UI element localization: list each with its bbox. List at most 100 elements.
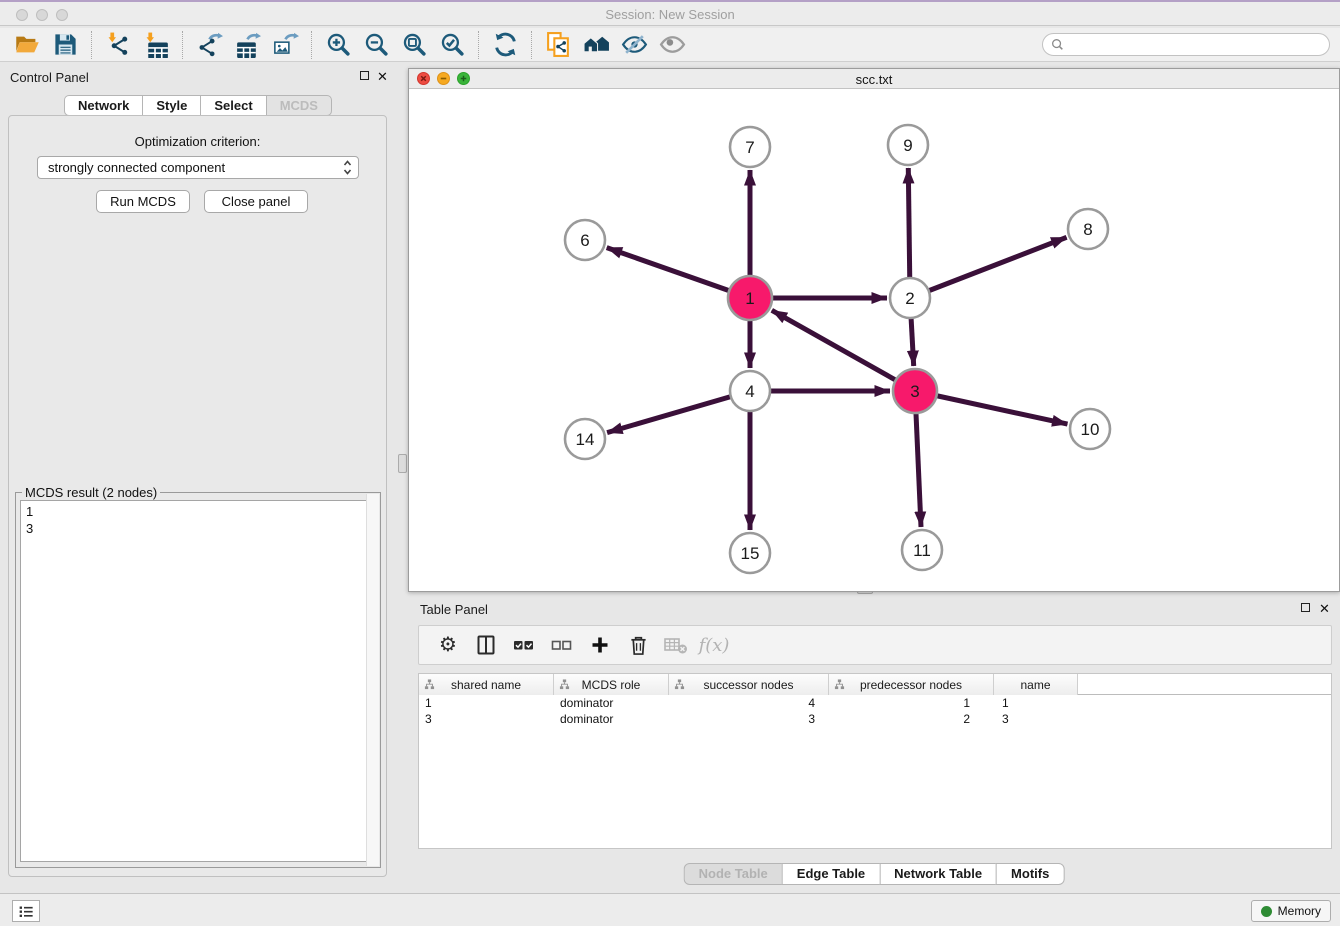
add-icon[interactable]	[585, 630, 615, 660]
graph-node-7[interactable]: 7	[730, 127, 770, 167]
cell: dominator	[554, 695, 669, 711]
hierarchy-icon	[674, 679, 685, 690]
save-icon[interactable]	[46, 30, 84, 60]
column-header-shared-name[interactable]: shared name	[419, 674, 554, 695]
column-header-name[interactable]: name	[994, 674, 1078, 695]
graph-node-14[interactable]: 14	[565, 419, 605, 459]
graph-node-9[interactable]: 9	[888, 125, 928, 165]
stepper-arrows-icon	[343, 159, 352, 176]
select-all-icon[interactable]	[509, 630, 539, 660]
table-row[interactable]: 3dominator323	[419, 711, 1331, 727]
criterion-dropdown[interactable]: strongly connected component	[37, 156, 359, 179]
search-icon	[1051, 38, 1064, 51]
network-window-title: scc.txt	[409, 72, 1339, 87]
graph-node-8[interactable]: 8	[1068, 209, 1108, 249]
graph-edge-3-10[interactable]	[915, 391, 1068, 424]
tab-mcds[interactable]: MCDS	[266, 95, 332, 116]
graph-node-11[interactable]: 11	[902, 530, 942, 570]
toolbar-icon-strip	[8, 30, 691, 60]
graph-node-3[interactable]: 3	[893, 369, 937, 413]
mcds-result-text[interactable]: 13	[20, 500, 376, 862]
tab-motifs[interactable]: Motifs	[996, 863, 1064, 885]
control-panel-title: Control Panel	[10, 70, 89, 85]
control-panel-tabs: NetworkStyleSelectMCDS	[0, 95, 396, 116]
graph-edge-3-1[interactable]	[772, 310, 915, 391]
columns-icon[interactable]	[471, 630, 501, 660]
cell: 3	[994, 711, 1078, 727]
vertical-splitter-grip[interactable]	[398, 454, 407, 473]
control-panel: Control Panel ✕ NetworkStyleSelectMCDS O…	[0, 62, 396, 894]
search-input[interactable]	[1068, 36, 1329, 53]
tab-network[interactable]: Network	[64, 95, 142, 116]
gear-icon[interactable]: ⚙	[433, 630, 463, 660]
hierarchy-icon	[424, 679, 435, 690]
zoom-selected-icon[interactable]	[433, 30, 471, 60]
search-box[interactable]	[1042, 33, 1330, 56]
criterion-value: strongly connected component	[48, 160, 343, 175]
graph-node-2[interactable]: 2	[890, 278, 930, 318]
memory-button[interactable]: Memory	[1251, 900, 1331, 922]
toolbar-separator	[91, 31, 92, 59]
svg-text:4: 4	[745, 382, 754, 401]
tab-select[interactable]: Select	[200, 95, 265, 116]
tab-edge-table[interactable]: Edge Table	[782, 863, 879, 885]
clone-network-icon[interactable]	[539, 30, 577, 60]
home-icon[interactable]	[577, 30, 615, 60]
import-table-icon[interactable]	[137, 30, 175, 60]
result-scrollbar[interactable]	[366, 494, 379, 866]
tab-network-table[interactable]: Network Table	[879, 863, 996, 885]
table-row[interactable]: 1dominator411	[419, 695, 1331, 711]
optimization-label: Optimization criterion:	[9, 134, 386, 149]
zoom-fit-icon[interactable]	[395, 30, 433, 60]
export-image-icon[interactable]	[266, 30, 304, 60]
column-header-MCDS-role[interactable]: MCDS role	[554, 674, 669, 695]
svg-text:10: 10	[1081, 420, 1100, 439]
graph-node-15[interactable]: 15	[730, 533, 770, 573]
close-panel-button[interactable]: Close panel	[204, 190, 308, 213]
tab-node-table[interactable]: Node Table	[684, 863, 782, 885]
zoom-out-icon[interactable]	[357, 30, 395, 60]
graph-node-1[interactable]: 1	[728, 276, 772, 320]
table-toolbar: ⚙f(x)	[418, 625, 1332, 665]
graph-node-4[interactable]: 4	[730, 371, 770, 411]
trash-icon[interactable]	[623, 630, 653, 660]
import-network-icon[interactable]	[99, 30, 137, 60]
column-header-predecessor-nodes[interactable]: predecessor nodes	[829, 674, 994, 695]
graph-edge-4-14[interactable]	[607, 391, 750, 433]
table-panel-title: Table Panel	[420, 602, 488, 617]
run-mcds-button[interactable]: Run MCDS	[96, 190, 190, 213]
export-table-icon[interactable]	[228, 30, 266, 60]
network-window-titlebar[interactable]: scc.txt	[409, 69, 1339, 89]
hierarchy-icon	[834, 679, 845, 690]
svg-text:6: 6	[580, 231, 589, 250]
graph-node-6[interactable]: 6	[565, 220, 605, 260]
task-history-button[interactable]	[12, 900, 40, 922]
toolbar-separator	[182, 31, 183, 59]
cell: 4	[669, 695, 829, 711]
graph-edge-2-8[interactable]	[910, 237, 1067, 298]
eye-slash-icon[interactable]	[615, 30, 653, 60]
network-canvas[interactable]: 7 9 6 8 1 2 4 3 14 10 15 11	[409, 90, 1339, 592]
deselect-all-icon[interactable]	[547, 630, 577, 660]
svg-text:8: 8	[1083, 220, 1092, 239]
memory-label: Memory	[1278, 904, 1321, 918]
hierarchy-icon	[559, 679, 570, 690]
tab-style[interactable]: Style	[142, 95, 200, 116]
zoom-in-icon[interactable]	[319, 30, 357, 60]
float-panel-icon[interactable]	[360, 71, 369, 80]
cell: 1	[829, 695, 994, 711]
export-network-icon[interactable]	[190, 30, 228, 60]
column-header-successor-nodes[interactable]: successor nodes	[669, 674, 829, 695]
float-table-panel-icon[interactable]	[1301, 603, 1310, 612]
svg-text:1: 1	[745, 289, 754, 308]
close-table-panel-icon[interactable]: ✕	[1319, 603, 1330, 614]
close-panel-icon[interactable]: ✕	[377, 71, 388, 82]
mcds-result-title: MCDS result (2 nodes)	[22, 485, 160, 500]
graph-node-10[interactable]: 10	[1070, 409, 1110, 449]
cell: 2	[829, 711, 994, 727]
eye-icon[interactable]	[653, 30, 691, 60]
mcds-result-box: MCDS result (2 nodes) 13	[15, 492, 381, 868]
open-folder-icon[interactable]	[8, 30, 46, 60]
refresh-icon[interactable]	[486, 30, 524, 60]
network-view-window: scc.txt 7 9 6 8 1 2 4 3 14 10 15 11	[408, 68, 1340, 592]
